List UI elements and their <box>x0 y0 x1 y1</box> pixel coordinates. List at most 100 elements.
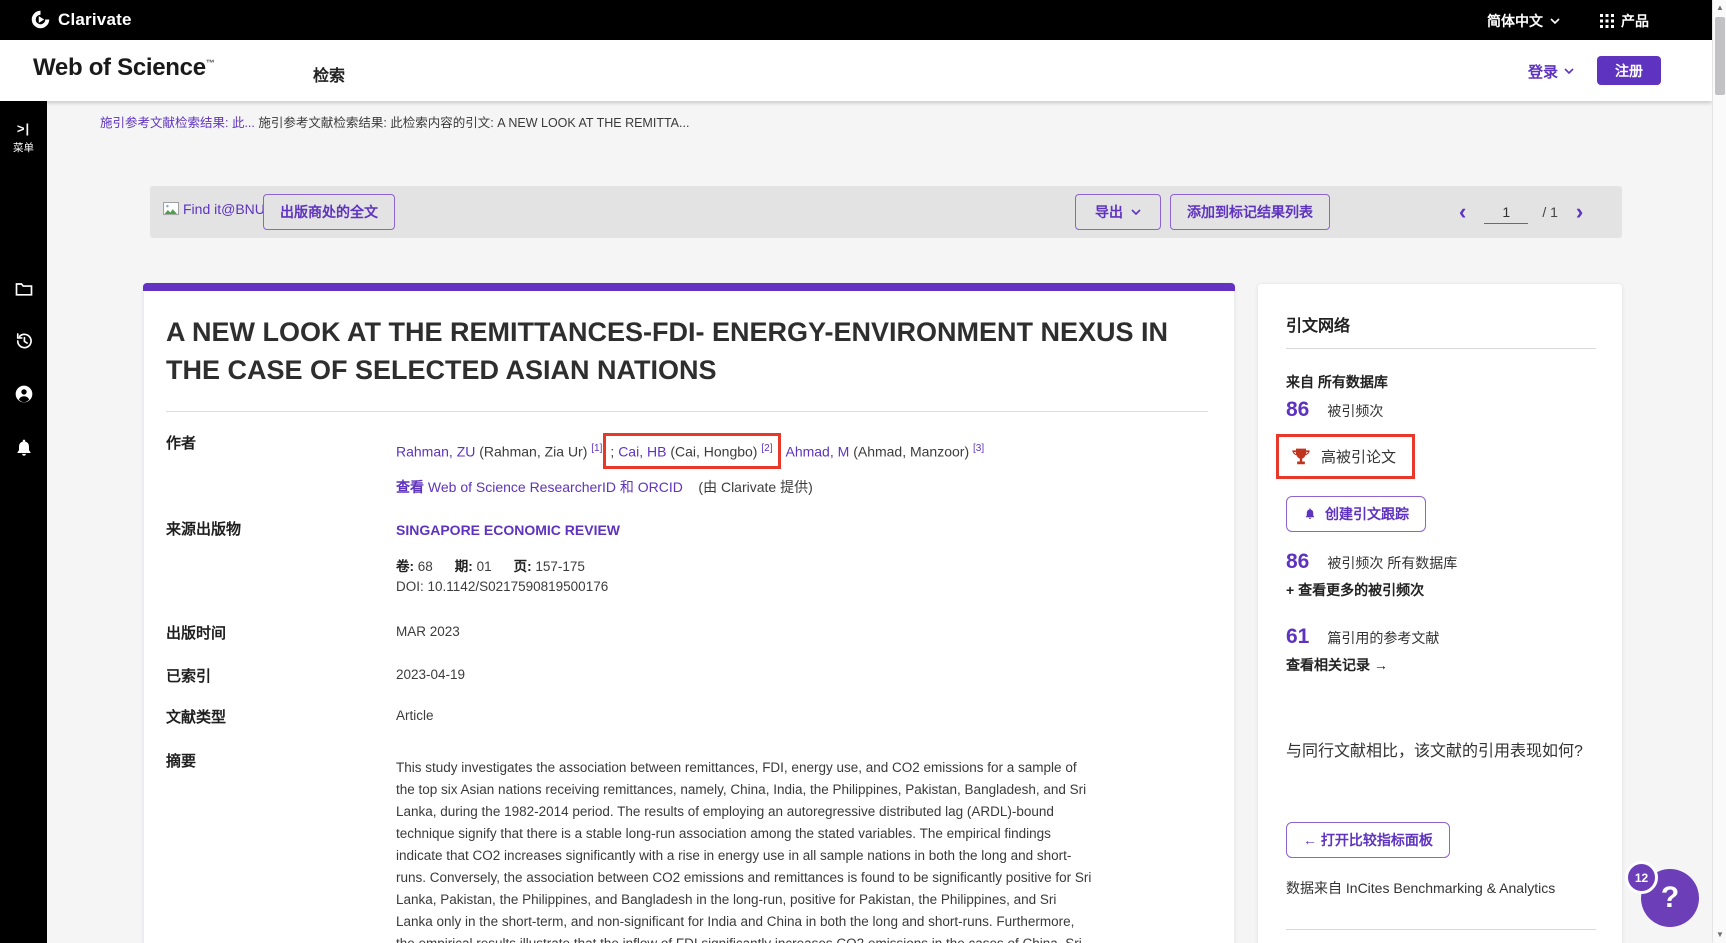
login-button[interactable]: 登录 <box>1528 61 1574 82</box>
left-rail: >| 菜单 <box>0 101 47 943</box>
clarivate-logo: Clarivate <box>30 9 132 30</box>
indexed-label: 已索引 <box>166 665 211 686</box>
volume-issue-pages: 卷: 68期: 01页: 157-175 <box>396 555 585 575</box>
doc-type-value: Article <box>396 708 434 723</box>
cited-references-label: 篇引用的参考文献 <box>1327 628 1439 648</box>
author-highlight-box: ; Cai, HB (Cai, Hongbo) [2] <box>603 433 781 469</box>
breadcrumb: 施引参考文献检索结果: 此... 施引参考文献检索结果: 此检索内容的引文: A… <box>100 112 689 131</box>
all-db-cited-label: 被引频次 所有数据库 <box>1327 553 1457 573</box>
scroll-up-button[interactable]: ▲ <box>1713 0 1726 16</box>
add-to-marked-list-button[interactable]: 添加到标记结果列表 <box>1170 194 1330 230</box>
open-comparison-metrics-button[interactable]: ← 打开比较指标面板 <box>1286 822 1450 858</box>
times-cited-label: 被引频次 <box>1327 401 1383 421</box>
nav-search-tab[interactable]: 检索 <box>313 62 345 86</box>
folder-icon <box>14 279 34 299</box>
menu-expand-button[interactable]: >| 菜单 <box>0 121 47 155</box>
times-cited-count[interactable]: 86 <box>1286 398 1309 422</box>
scrollbar-thumb[interactable] <box>1715 17 1725 95</box>
trademark: ™ <box>206 58 215 68</box>
breadcrumb-current: 施引参考文献检索结果: 此检索内容的引文: A NEW LOOK AT THE … <box>258 116 689 130</box>
researcher-id-link[interactable]: 查看 Web of Science ResearcherID 和 ORCID <box>396 479 683 495</box>
peer-comparison-question: 与同行文献相比，该文献的引用表现如何? <box>1286 740 1591 764</box>
menu-label: 菜单 <box>0 140 47 155</box>
view-more-citations-link[interactable]: + 查看更多的被引频次 <box>1286 580 1424 600</box>
citation-network-title: 引文网络 <box>1286 312 1350 336</box>
article-record-card: A NEW LOOK AT THE REMITTANCES-FDI- ENERG… <box>143 283 1235 943</box>
register-button[interactable]: 注册 <box>1597 56 1661 85</box>
next-record-button[interactable]: › <box>1572 201 1587 223</box>
export-button[interactable]: 导出 <box>1075 194 1161 230</box>
help-button[interactable]: 12 ? <box>1641 869 1699 927</box>
times-cited-row: 86 被引频次 <box>1286 398 1383 422</box>
app-header: Web of Science™ 检索 登录 注册 <box>0 40 1712 101</box>
affiliation-sup-link[interactable]: [1] <box>591 443 602 454</box>
provided-by-text: (由 Clarivate 提供) <box>698 479 812 495</box>
record-pagination: ‹ / 1 › <box>1455 194 1587 230</box>
author-link[interactable]: Cai, HB <box>618 444 666 460</box>
page-number-input[interactable] <box>1484 200 1528 224</box>
panel-divider <box>1286 929 1596 930</box>
full-text-at-publisher-button[interactable]: 出版商处的全文 <box>263 194 395 230</box>
find-it-link[interactable]: Find it@BNU <box>163 201 265 217</box>
expand-menu-icon: >| <box>17 121 30 136</box>
record-toolbar: Find it@BNU 出版商处的全文 导出 添加到标记结果列表 ‹ / 1 › <box>150 186 1622 238</box>
clarivate-logo-icon <box>30 9 51 30</box>
journal-link[interactable]: SINGAPORE ECONOMIC REVIEW <box>396 522 620 538</box>
broken-image-icon <box>163 202 180 216</box>
pub-date-value: MAR 2023 <box>396 624 460 639</box>
scroll-down-button[interactable]: ▼ <box>1713 927 1726 943</box>
create-citation-alert-button[interactable]: 创建引文跟踪 <box>1286 496 1426 532</box>
citation-network-panel: 引文网络 来自 所有数据库 86 被引频次 高被引论文 创建引文跟踪 86 被引… <box>1257 283 1623 943</box>
from-all-databases-label: 来自 所有数据库 <box>1286 372 1388 392</box>
profile-button[interactable] <box>0 384 47 409</box>
cited-references-row: 61 篇引用的参考文献 <box>1286 625 1439 649</box>
highly-cited-badge-label: 高被引论文 <box>1321 446 1396 467</box>
cited-references-count[interactable]: 61 <box>1286 625 1309 649</box>
trophy-icon <box>1291 447 1311 467</box>
abstract-label: 摘要 <box>166 750 196 771</box>
language-selector[interactable]: 简体中文 <box>1487 11 1560 31</box>
chevron-down-icon <box>1564 68 1574 75</box>
indexed-value: 2023-04-19 <box>396 667 465 682</box>
search-history-button[interactable] <box>0 331 47 356</box>
pub-date-label: 出版时间 <box>166 622 226 643</box>
author-link[interactable]: Rahman, ZU <box>396 444 475 460</box>
affiliation-sup-link[interactable]: [2] <box>761 443 772 454</box>
chevron-down-icon <box>1550 18 1560 25</box>
article-title: A NEW LOOK AT THE REMITTANCES-FDI- ENERG… <box>166 313 1171 389</box>
breadcrumb-link[interactable]: 施引参考文献检索结果: 此... <box>100 116 255 130</box>
question-mark-icon: ? <box>1661 881 1679 915</box>
products-button[interactable]: 产品 <box>1600 11 1649 31</box>
all-databases-cited-row: 86 被引频次 所有数据库 <box>1286 550 1457 574</box>
authors-label: 作者 <box>166 432 196 453</box>
doc-type-label: 文献类型 <box>166 706 226 727</box>
authors-line: Rahman, ZU (Rahman, Zia Ur) [1]; Cai, HB… <box>396 433 1156 469</box>
page-total: / 1 <box>1542 204 1558 220</box>
clarivate-topbar: Clarivate 简体中文 产品 <box>0 0 1712 40</box>
previous-record-button[interactable]: ‹ <box>1455 201 1470 223</box>
card-accent-bar <box>143 283 1235 291</box>
view-related-records-link[interactable]: 查看相关记录 → <box>1286 655 1388 675</box>
wos-logo[interactable]: Web of Science™ <box>33 54 214 82</box>
clarivate-logo-text: Clarivate <box>58 10 132 30</box>
title-divider <box>166 411 1208 412</box>
all-db-cited-count[interactable]: 86 <box>1286 550 1309 574</box>
data-source-text: 数据来自 InCites Benchmarking & Analytics <box>1286 878 1555 898</box>
abstract-text: This study investigates the association … <box>396 757 1096 943</box>
doi-value: 10.1142/S0217590819500176 <box>428 579 609 594</box>
bell-icon <box>14 438 34 458</box>
panel-divider <box>1286 348 1596 349</box>
vertical-scrollbar: ▲ ▼ <box>1712 0 1726 943</box>
marked-list-button[interactable] <box>0 279 47 304</box>
highly-cited-highlight-box: 高被引论文 <box>1276 434 1415 479</box>
source-label: 来源出版物 <box>166 518 241 539</box>
person-icon <box>14 384 34 404</box>
help-notification-badge: 12 <box>1625 861 1658 894</box>
web-of-science-record-page: Clarivate 简体中文 产品 Web of Science™ 检索 登录 … <box>0 0 1726 943</box>
affiliation-sup-link[interactable]: [3] <box>973 443 984 454</box>
author-link[interactable]: Ahmad, M <box>785 444 849 460</box>
alerts-button[interactable] <box>0 438 47 463</box>
apps-grid-icon <box>1600 14 1614 28</box>
chevron-down-icon <box>1131 209 1141 216</box>
history-icon <box>14 331 34 351</box>
